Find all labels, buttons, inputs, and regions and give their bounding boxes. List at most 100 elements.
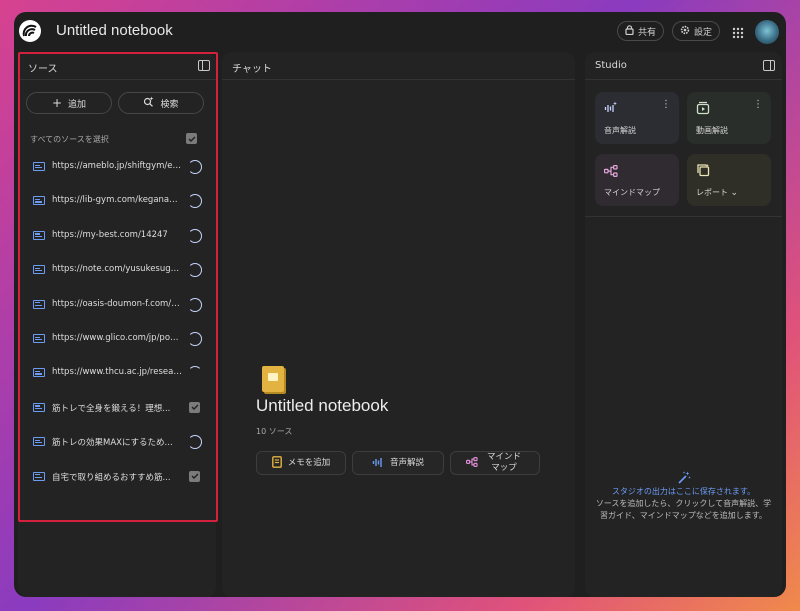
mind-map-button[interactable]: マインドマップ bbox=[450, 451, 540, 475]
studio-title: Studio bbox=[595, 60, 627, 71]
source-item-label: https://note.com/yusukesugaw... bbox=[52, 264, 182, 275]
audio-overview-label: 音声解説 bbox=[389, 457, 424, 468]
source-item-label: https://ameblo.jp/shiftgym/entr... bbox=[52, 161, 182, 171]
mindmap-icon bbox=[466, 456, 478, 470]
mind-map-card-label: マインドマップ bbox=[604, 188, 660, 197]
studio-empty-title: スタジオの出力はここに保存されます。 bbox=[611, 487, 756, 496]
search-sparkle-icon bbox=[143, 96, 154, 110]
source-item-label: https://lib-gym.com/keganaku... bbox=[52, 195, 182, 206]
loading-spinner-icon bbox=[188, 194, 202, 209]
source-item[interactable]: https://lib-gym.com/keganaku... bbox=[30, 192, 202, 212]
notebook-emoji-icon bbox=[262, 366, 284, 392]
source-item[interactable]: https://my-best.com/14247 bbox=[30, 227, 202, 247]
source-item[interactable]: 筋トレで全身を鍛える！理想... bbox=[30, 399, 202, 419]
add-source-button[interactable]: + 追加 bbox=[26, 92, 112, 114]
studio-panel: Studio ⋮ 音声解説 ⋮ 動画解説 マインドマップ レポート ⌄ スタジオ… bbox=[585, 52, 782, 597]
source-item-label: https://oasis-doumon-f.com/2... bbox=[52, 298, 182, 309]
web-source-icon bbox=[33, 368, 45, 378]
studio-empty-description: ソースを追加したら、クリックして音声解説、学習ガイド、マインドマップなどを追加し… bbox=[595, 499, 772, 520]
studio-divider bbox=[585, 216, 782, 217]
web-source-icon bbox=[33, 196, 45, 206]
source-item-label: 筋トレの効果MAXにするため... bbox=[52, 438, 173, 449]
mind-map-card[interactable]: マインドマップ bbox=[595, 154, 679, 206]
loading-spinner-icon bbox=[188, 228, 202, 243]
share-button[interactable]: 共有 bbox=[617, 21, 665, 41]
lock-icon bbox=[625, 24, 634, 38]
magic-wand-icon bbox=[677, 470, 691, 484]
chat-panel: チャット Untitled notebook 10 ソース メモを追加 音声解説… bbox=[222, 52, 575, 597]
source-item[interactable]: https://www.glico.com/jp/powe... bbox=[30, 330, 202, 350]
loading-spinner-icon bbox=[188, 435, 202, 450]
note-icon bbox=[271, 455, 282, 471]
search-source-button[interactable]: 検索 bbox=[118, 92, 204, 114]
more-options-icon[interactable]: ⋮ bbox=[753, 100, 763, 110]
source-item[interactable]: https://www.thcu.ac.jp/researc... bbox=[30, 364, 202, 384]
more-options-icon[interactable]: ⋮ bbox=[661, 100, 671, 110]
loading-spinner-icon bbox=[188, 160, 202, 174]
audio-wave-icon bbox=[604, 100, 618, 114]
top-bar: Untitled notebook 共有 設定 bbox=[14, 12, 786, 52]
app-window: Untitled notebook 共有 設定 ソース + 追加 検索 すべての… bbox=[14, 12, 786, 597]
source-item-label: 自宅で取り組めるおすすめ筋... bbox=[52, 472, 171, 483]
source-checkbox[interactable] bbox=[189, 470, 200, 482]
studio-header: Studio bbox=[585, 52, 782, 80]
chat-title: チャット bbox=[232, 64, 272, 75]
audio-icon bbox=[372, 456, 384, 471]
web-source-icon bbox=[33, 471, 45, 481]
plus-icon: + bbox=[51, 96, 63, 110]
source-item[interactable]: 筋トレの効果MAXにするため... bbox=[30, 433, 202, 453]
loading-spinner-icon bbox=[188, 332, 202, 346]
notebook-title[interactable]: Untitled notebook bbox=[56, 22, 173, 39]
source-item[interactable]: https://ameblo.jp/shiftgym/entr... bbox=[30, 158, 202, 178]
share-label: 共有 bbox=[638, 27, 657, 38]
loading-spinner-icon bbox=[188, 297, 202, 312]
web-source-icon bbox=[33, 230, 45, 240]
source-item-label: 筋トレで全身を鍛える！理想... bbox=[52, 403, 171, 414]
report-icon bbox=[696, 162, 710, 177]
user-avatar[interactable] bbox=[755, 20, 779, 44]
video-icon bbox=[696, 100, 710, 115]
sources-header: ソース bbox=[18, 52, 216, 80]
apps-grid-icon[interactable] bbox=[732, 24, 746, 39]
add-source-label: 追加 bbox=[68, 99, 87, 110]
collapse-studio-icon[interactable] bbox=[763, 60, 775, 71]
notebooklm-logo-icon[interactable] bbox=[19, 20, 41, 42]
web-source-icon bbox=[33, 437, 45, 447]
video-overview-card[interactable]: ⋮ 動画解説 bbox=[687, 92, 771, 144]
loading-spinner-icon bbox=[188, 263, 202, 278]
settings-label: 設定 bbox=[694, 27, 713, 38]
web-source-icon bbox=[33, 334, 45, 343]
video-overview-card-label: 動画解説 bbox=[696, 126, 728, 135]
chevron-down-icon[interactable]: ⌄ bbox=[731, 188, 739, 198]
report-card[interactable]: レポート ⌄ bbox=[687, 154, 771, 206]
web-source-icon bbox=[33, 162, 45, 171]
source-item[interactable]: https://note.com/yusukesugaw... bbox=[30, 261, 202, 281]
source-item[interactable]: 自宅で取り組めるおすすめ筋... bbox=[30, 468, 202, 488]
collapse-panel-icon[interactable] bbox=[198, 60, 210, 71]
source-item[interactable]: https://oasis-doumon-f.com/2... bbox=[30, 296, 202, 316]
web-source-icon bbox=[33, 299, 45, 309]
sources-title: ソース bbox=[28, 64, 58, 75]
add-note-button[interactable]: メモを追加 bbox=[256, 451, 346, 475]
source-item-label: https://www.thcu.ac.jp/researc... bbox=[52, 367, 182, 378]
sources-panel: ソース + 追加 検索 すべてのソースを選択 https://ameblo.jp… bbox=[18, 52, 216, 597]
loading-spinner-icon bbox=[188, 366, 202, 380]
audio-overview-button[interactable]: 音声解説 bbox=[352, 451, 444, 475]
audio-overview-card[interactable]: ⋮ 音声解説 bbox=[595, 92, 679, 144]
select-all-checkbox[interactable] bbox=[186, 133, 197, 144]
select-all-label: すべてのソースを選択 bbox=[30, 135, 109, 144]
search-source-label: 検索 bbox=[160, 99, 179, 110]
notebook-heading: Untitled notebook bbox=[256, 396, 389, 415]
report-card-label: レポート ⌄ bbox=[696, 188, 739, 198]
source-count: 10 ソース bbox=[256, 427, 293, 436]
audio-overview-card-label: 音声解説 bbox=[604, 126, 636, 135]
source-checkbox[interactable] bbox=[189, 401, 200, 413]
mind-map-label: マインドマップ bbox=[486, 452, 521, 473]
source-item-label: https://www.glico.com/jp/powe... bbox=[52, 333, 182, 343]
source-item-label: https://my-best.com/14247 bbox=[52, 229, 168, 240]
chat-header: チャット bbox=[222, 52, 575, 80]
mindmap-icon bbox=[604, 162, 618, 178]
settings-button[interactable]: 設定 bbox=[672, 21, 721, 41]
add-note-label: メモを追加 bbox=[287, 457, 331, 468]
web-source-icon bbox=[33, 265, 45, 275]
